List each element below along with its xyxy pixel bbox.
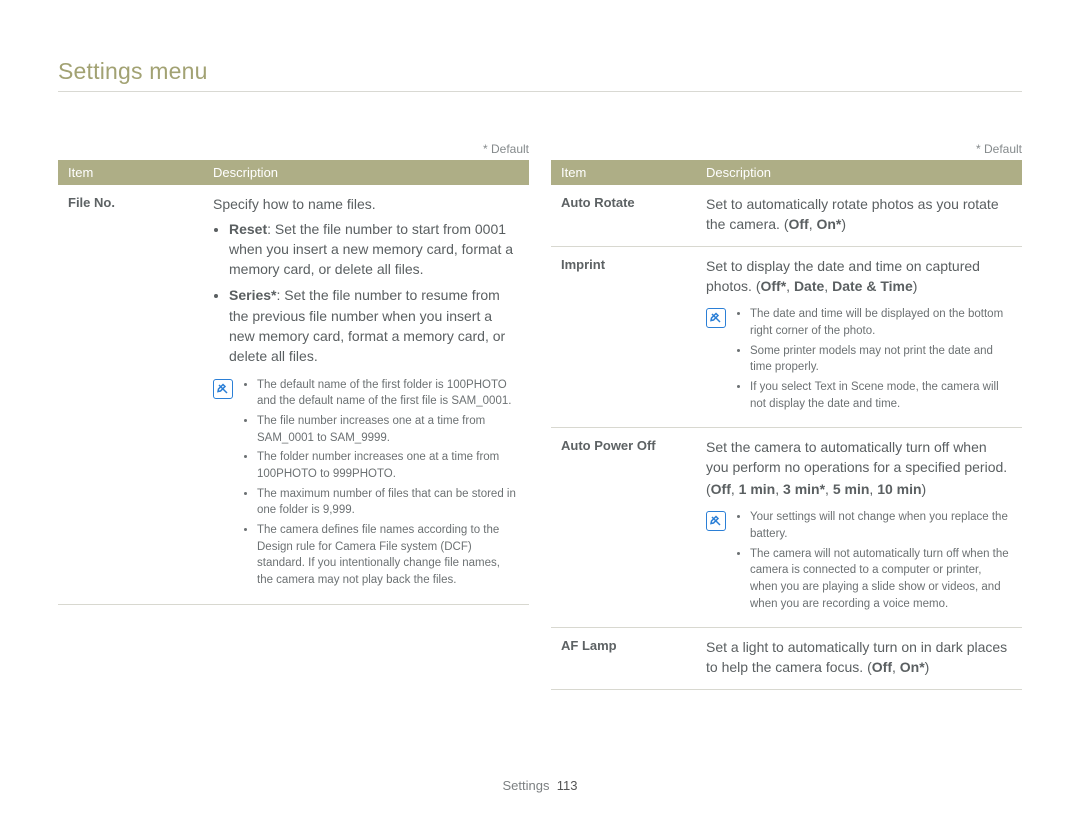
footer-page: 113 — [557, 778, 578, 793]
item-af-lamp: AF Lamp — [551, 628, 696, 690]
list-item: The maximum number of files that can be … — [257, 486, 519, 519]
opt-reset: Reset: Set the file number to start from… — [229, 219, 519, 280]
table-row: Auto Rotate Set to automatically rotate … — [551, 185, 1022, 247]
document-page: Settings menu * Default Item Description… — [0, 0, 1080, 815]
apo-note-list: Your settings will not change when you r… — [736, 509, 1012, 615]
col-header-item: Item — [551, 160, 696, 185]
list-item: Some printer models may not print the da… — [750, 343, 1012, 376]
desc-imprint: Set to display the date and time on capt… — [696, 247, 1022, 428]
note-icon — [706, 511, 726, 531]
file-no-options: Reset: Set the file number to start from… — [213, 219, 519, 367]
page-title: Settings menu — [58, 58, 1022, 92]
item-imprint: Imprint — [551, 247, 696, 428]
note-icon — [706, 308, 726, 328]
auto-power-off-text: Set the camera to automatically turn off… — [706, 438, 1012, 477]
col-header-description: Description — [696, 160, 1022, 185]
table-row: AF Lamp Set a light to automatically tur… — [551, 628, 1022, 690]
footer-section: Settings — [503, 778, 550, 793]
right-column: * Default Item Description Auto Rotate S… — [551, 142, 1022, 690]
desc-file-no: Specify how to name files. Reset: Set th… — [203, 185, 529, 604]
table-row: Imprint Set to display the date and time… — [551, 247, 1022, 428]
file-no-note: The default name of the first folder is … — [213, 377, 519, 592]
default-label: * Default — [551, 142, 1022, 156]
file-no-intro: Specify how to name files. — [213, 195, 519, 215]
imprint-note-list: The date and time will be displayed on t… — [736, 306, 1012, 415]
desc-af-lamp: Set a light to automatically turn on in … — [696, 628, 1022, 690]
list-item: If you select Text in Scene mode, the ca… — [750, 379, 1012, 412]
list-item: The camera defines file names according … — [257, 522, 519, 589]
right-table: Item Description Auto Rotate Set to auto… — [551, 160, 1022, 690]
left-column: * Default Item Description File No. Spec… — [58, 142, 529, 690]
list-item: The date and time will be displayed on t… — [750, 306, 1012, 339]
apo-note: Your settings will not change when you r… — [706, 509, 1012, 615]
col-header-item: Item — [58, 160, 203, 185]
list-item: The folder number increases one at a tim… — [257, 449, 519, 482]
page-footer: Settings 113 — [0, 778, 1080, 793]
list-item: Your settings will not change when you r… — [750, 509, 1012, 542]
list-item: The file number increases one at a time … — [257, 413, 519, 446]
col-header-description: Description — [203, 160, 529, 185]
desc-auto-rotate: Set to automatically rotate photos as yo… — [696, 185, 1022, 247]
default-label: * Default — [58, 142, 529, 156]
note-icon — [213, 379, 233, 399]
item-auto-power-off: Auto Power Off — [551, 428, 696, 628]
file-no-note-list: The default name of the first folder is … — [243, 377, 519, 592]
item-auto-rotate: Auto Rotate — [551, 185, 696, 247]
imprint-note: The date and time will be displayed on t… — [706, 306, 1012, 415]
columns-wrapper: * Default Item Description File No. Spec… — [58, 142, 1022, 690]
list-item: The camera will not automatically turn o… — [750, 546, 1012, 613]
desc-auto-power-off: Set the camera to automatically turn off… — [696, 428, 1022, 628]
list-item: The default name of the first folder is … — [257, 377, 519, 410]
item-file-no: File No. — [58, 185, 203, 604]
opt-series: Series*: Set the file number to resume f… — [229, 285, 519, 366]
table-row: Auto Power Off Set the camera to automat… — [551, 428, 1022, 628]
table-row: File No. Specify how to name files. Rese… — [58, 185, 529, 604]
left-table: Item Description File No. Specify how to… — [58, 160, 529, 605]
auto-power-off-options: (Off, 1 min, 3 min*, 5 min, 10 min) — [706, 480, 1012, 500]
